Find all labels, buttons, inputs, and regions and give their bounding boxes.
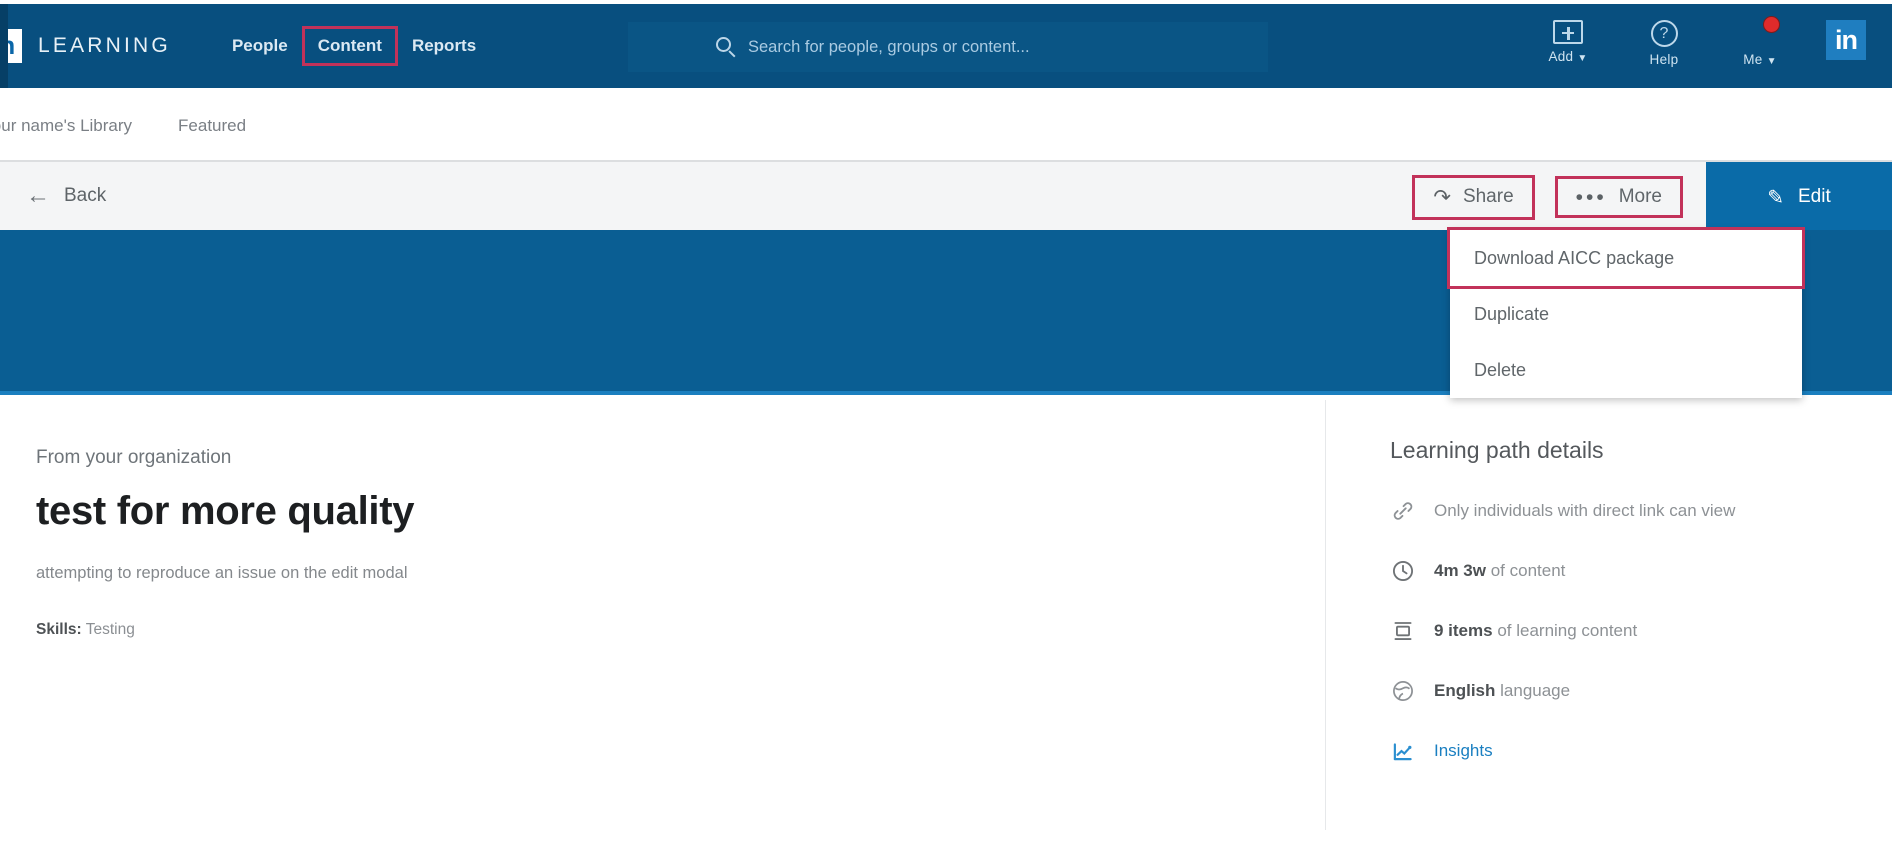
page-title: test for more quality [36, 489, 415, 533]
help-label: Help [1649, 52, 1679, 67]
primary-nav-links: People Content Reports [219, 26, 489, 66]
more-label: More [1618, 186, 1662, 207]
add-button[interactable]: Add ▼ [1520, 14, 1616, 64]
share-button[interactable]: ↷ Share [1412, 174, 1535, 220]
detail-row: English language [1390, 678, 1860, 704]
pencil-icon: ✎ [1767, 186, 1784, 209]
skills-row: Skills: Testing [36, 621, 1086, 639]
edit-label: Edit [1798, 186, 1831, 207]
nav-item-content[interactable]: Content [301, 26, 398, 66]
avatar [1745, 16, 1780, 47]
me-button[interactable]: Me ▼ [1712, 14, 1808, 67]
add-label: Add ▼ [1548, 49, 1588, 64]
more-dropdown-menu: Download AICC package Duplicate Delete [1447, 227, 1805, 398]
linkedin-home-icon[interactable]: in [1826, 20, 1866, 60]
search-input[interactable] [748, 37, 1218, 57]
clock-icon [1390, 558, 1416, 584]
skills-label: Skills: [36, 621, 82, 638]
sidebar-title: Learning path details [1390, 437, 1604, 463]
globe-icon [1390, 678, 1416, 704]
page-root: in LEARNING People Content Reports Add▼ [0, 0, 1892, 866]
visibility-text: Only individuals with direct link can vi… [1434, 501, 1736, 520]
search-icon [716, 37, 736, 58]
stack-icon [1390, 618, 1416, 644]
detail-row: Only individuals with direct link can vi… [1390, 498, 1860, 524]
arrow-left-icon: ← [26, 182, 50, 209]
menu-item-download-aicc-package[interactable]: Download AICC package [1447, 227, 1805, 289]
action-bar-right: ↷ Share ••• More ✎ Edit [1412, 162, 1892, 232]
chevron-down-icon: ▼ [1766, 56, 1777, 67]
brand-logo[interactable]: in LEARNING [0, 29, 171, 63]
duration-text: 4m 3w of content [1434, 561, 1566, 580]
language-text: English language [1434, 681, 1571, 700]
learning-path-summary: From your organization test for more qua… [36, 447, 1086, 639]
learning-path-details-panel: Learning path details Only individuals w… [1390, 437, 1860, 764]
description-text: attempting to reproduce an issue on the … [36, 564, 408, 582]
breadcrumb-item-featured[interactable]: Featured [178, 116, 246, 136]
menu-item-delete[interactable]: Delete [1450, 342, 1802, 398]
chart-line-icon [1390, 738, 1416, 764]
link-icon [1390, 498, 1416, 524]
detail-row: 9 items of learning content [1390, 618, 1860, 644]
edit-button[interactable]: ✎ Edit [1706, 162, 1892, 232]
question-mark-icon: ? [1650, 20, 1678, 47]
content-area: From your organization test for more qua… [0, 395, 1892, 866]
insights-label: Insights [1434, 741, 1493, 760]
skills-value: Testing [85, 621, 135, 638]
breadcrumb: Your name's Library Featured [0, 92, 1892, 160]
menu-item-duplicate[interactable]: Duplicate [1450, 286, 1802, 342]
nav-right-actions: Add ▼ ? Help Me ▼ in [1520, 14, 1892, 84]
share-label: Share [1462, 186, 1514, 207]
help-button[interactable]: ? Help [1616, 14, 1712, 67]
back-button[interactable]: ← Back [26, 184, 106, 208]
me-label: Me ▼ [1743, 52, 1777, 67]
chevron-down-icon: ▼ [1577, 53, 1588, 64]
share-arrow-icon: ↷ [1433, 185, 1451, 209]
breadcrumb-item-library[interactable]: Your name's Library [0, 116, 132, 136]
more-button[interactable]: ••• More [1554, 176, 1684, 218]
sidebar-divider [1325, 400, 1326, 830]
top-navigation-bar: in LEARNING People Content Reports Add▼ [0, 4, 1892, 88]
notification-badge-icon [1763, 16, 1780, 33]
ellipsis-icon: ••• [1575, 185, 1607, 209]
nav-item-reports[interactable]: Reports [399, 29, 489, 63]
items-count-text: 9 items of learning content [1434, 621, 1638, 640]
add-icon [1553, 20, 1583, 44]
source-label: From your organization [36, 447, 232, 468]
nav-left-edge [0, 4, 8, 88]
nav-item-people[interactable]: People [219, 29, 301, 63]
action-bar: ← Back ↷ Share ••• More ✎ Edit [0, 160, 1892, 232]
brand-wordmark: LEARNING [38, 34, 171, 57]
back-label: Back [64, 185, 107, 206]
detail-row: 4m 3w of content [1390, 558, 1860, 584]
insights-link[interactable]: Insights [1390, 738, 1860, 764]
global-search[interactable] [628, 22, 1268, 72]
